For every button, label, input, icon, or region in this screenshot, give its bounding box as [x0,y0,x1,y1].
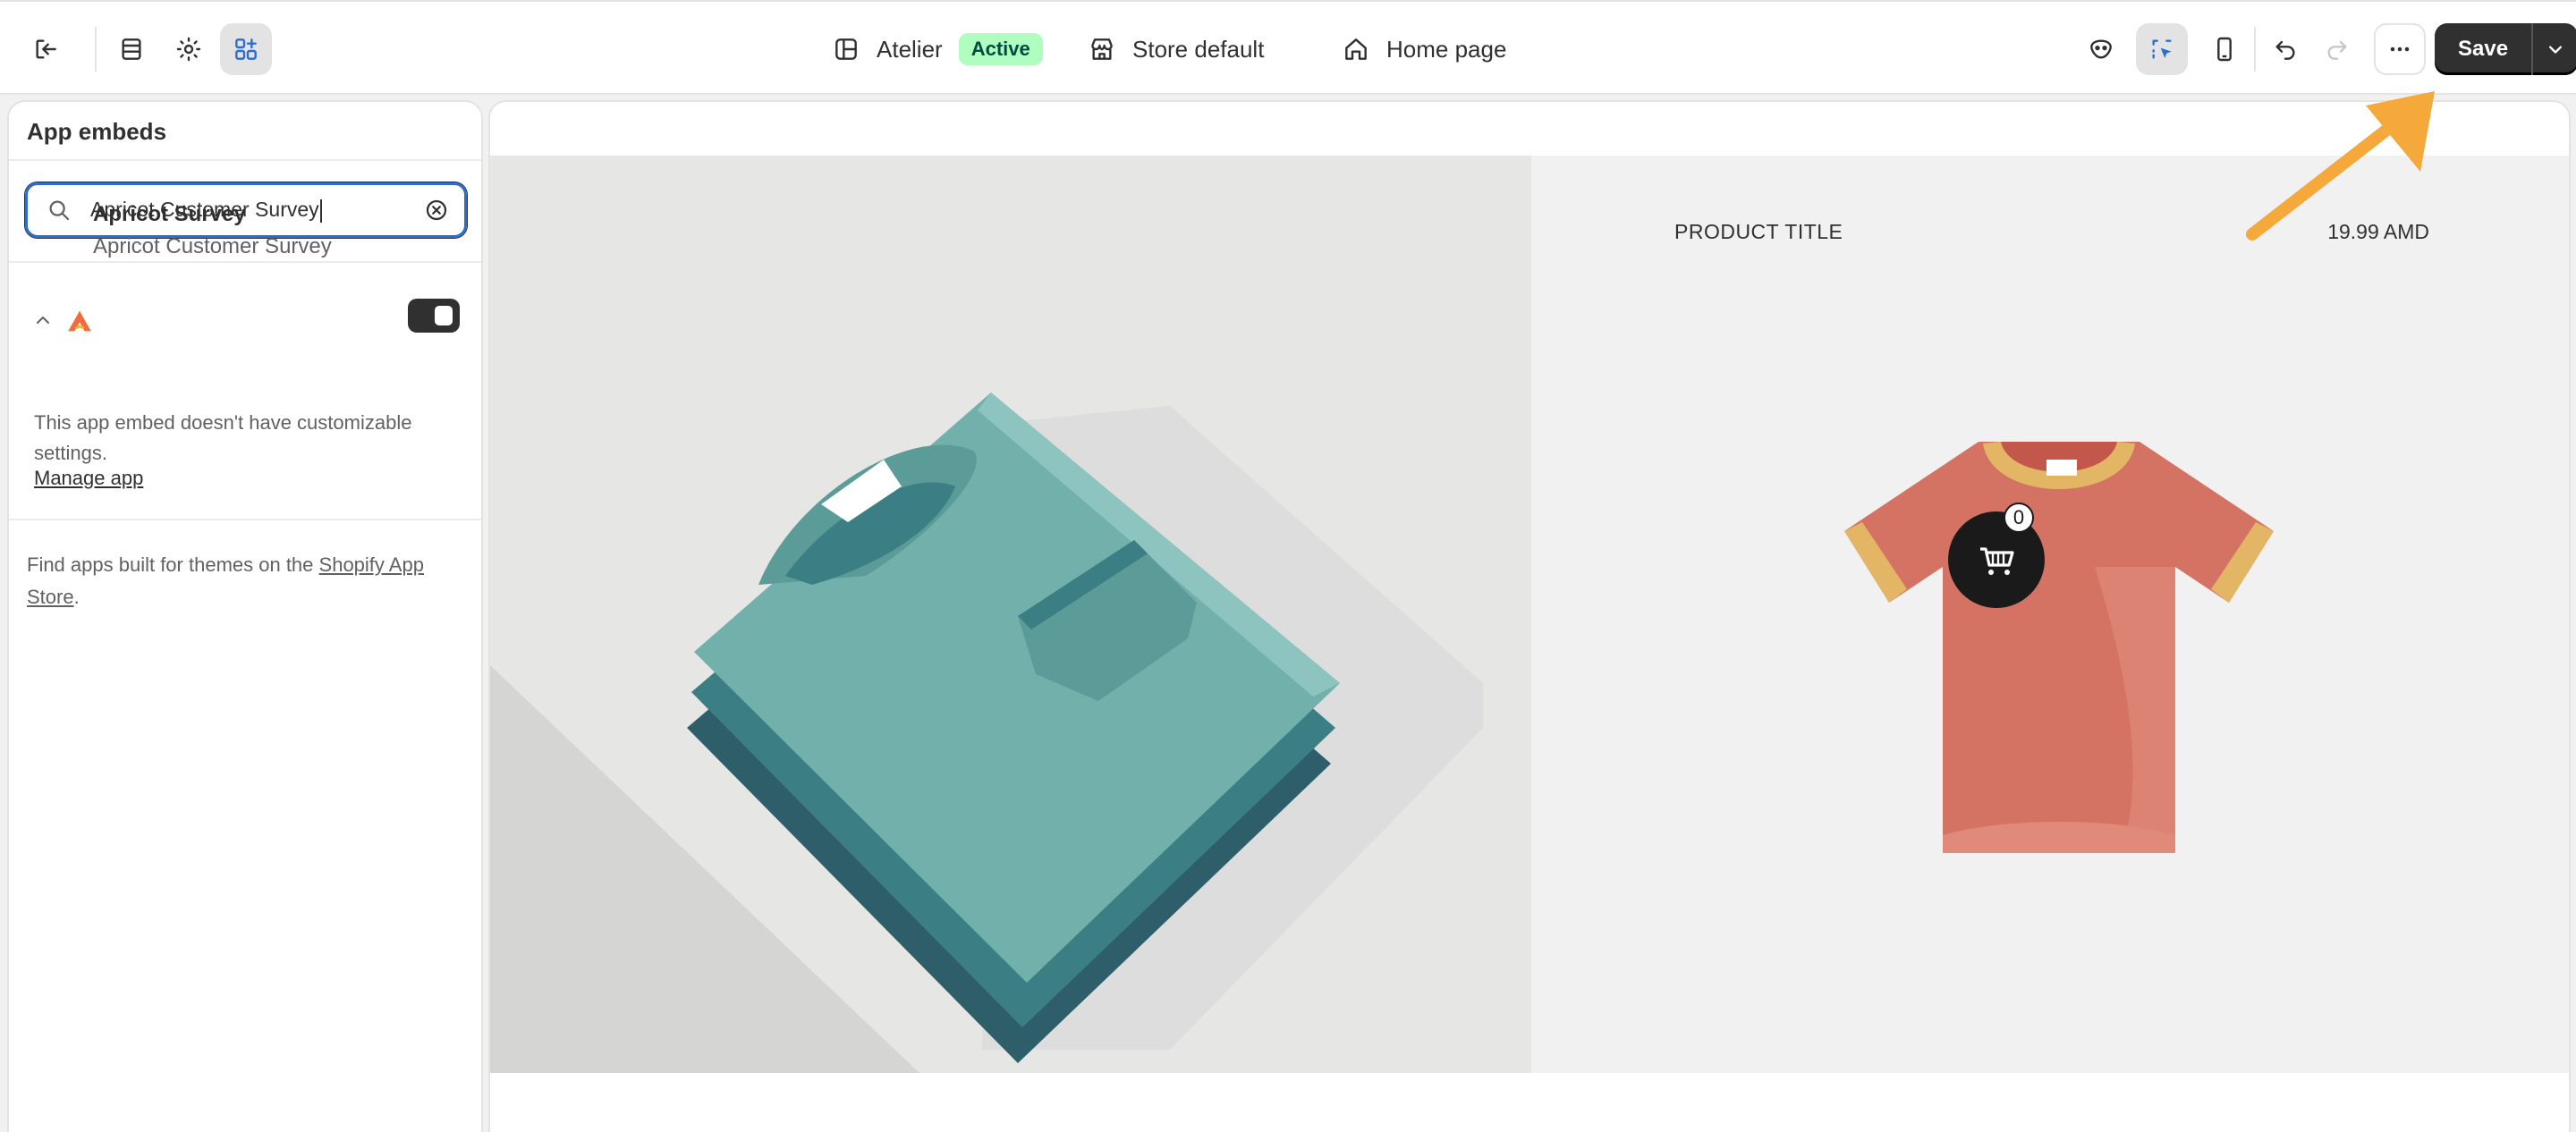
chevron-down-icon [2549,46,2563,54]
app-embeds-button[interactable] [220,23,272,75]
divider [9,519,481,520]
divider [9,159,481,161]
embed-note: This app embed doesn't have customizable… [34,411,412,464]
layout-icon [835,38,857,60]
redo-button[interactable] [2311,23,2363,75]
app-embed-name: Apricot Customer Survey [93,234,332,258]
app-embeds-panel: App embeds Apricot Customer Survey Apric… [7,100,483,1132]
hero-image-left[interactable] [490,156,1531,1073]
product-card[interactable]: PRODUCT TITLE 19.99 AMD [1531,156,2569,1073]
select-cursor-icon [2152,39,2172,59]
panel-title: App embeds [27,118,167,145]
mobile-icon [2217,37,2232,62]
apricot-logo-icon [68,310,91,332]
inspector-icon [2090,39,2112,59]
app-name: Apricot Survey [93,202,246,226]
more-actions-button[interactable] [2374,23,2426,75]
select-mode-button[interactable] [2136,23,2188,75]
undo-button[interactable] [2259,23,2311,75]
topbar-divider [95,27,97,72]
find-apps-text: Find apps built for themes on the Shopif… [27,549,465,613]
exit-button[interactable] [20,23,72,75]
store-template-selector[interactable]: Store default [1088,29,1264,70]
store-icon [1091,38,1113,60]
sections-button[interactable] [106,23,157,75]
find-apps-prefix: Find apps built for themes on the [27,553,319,576]
clear-icon[interactable] [423,197,450,224]
app-embed-toggle[interactable] [408,299,460,333]
save-button[interactable]: Save [2435,23,2531,75]
mobile-preview-button[interactable] [2199,23,2250,75]
tshirt-image [1844,442,2274,853]
sections-icon [122,38,141,60]
chevron-up-icon[interactable] [32,309,54,331]
redo-icon [2327,40,2347,60]
manage-app-link[interactable]: Manage app [34,467,143,490]
theme-selector[interactable]: Atelier Active [832,29,1043,70]
product-price: 19.99 AMD [2327,220,2429,243]
undo-icon [2275,40,2295,60]
exit-icon [36,39,56,59]
store-preview: PRODUCT TITLE 19.99 AMD [488,100,2571,1132]
inspector-button[interactable] [2075,23,2127,75]
store-template-label: Store default [1132,35,1265,63]
theme-settings-button[interactable] [163,23,215,75]
find-apps-suffix: . [73,586,80,608]
status-badge: Active [958,33,1043,65]
save-button-group: Save [2435,23,2576,75]
folded-shirts-image [490,393,1483,1073]
theme-name: Atelier [877,35,943,63]
cart-icon [1980,547,2014,575]
app-embed-row[interactable] [27,290,474,361]
topbar-divider [2254,27,2256,72]
search-input[interactable]: Apricot Customer Survey [25,182,467,238]
editor-topbar: Atelier Active Store default Home page S… [0,0,2576,95]
cart-count-badge: 0 [2004,503,2034,533]
more-icon [2390,46,2410,52]
gear-icon [176,37,201,62]
divider [9,261,481,263]
toggle-knob [435,306,453,325]
app-embeds-icon [235,38,257,60]
page-selector[interactable]: Home page [1342,29,1506,70]
page-label: Home page [1386,35,1507,63]
search-icon [49,200,70,221]
save-options-button[interactable] [2531,23,2576,75]
product-title[interactable]: PRODUCT TITLE [1674,220,1843,244]
home-icon [1345,38,1367,60]
